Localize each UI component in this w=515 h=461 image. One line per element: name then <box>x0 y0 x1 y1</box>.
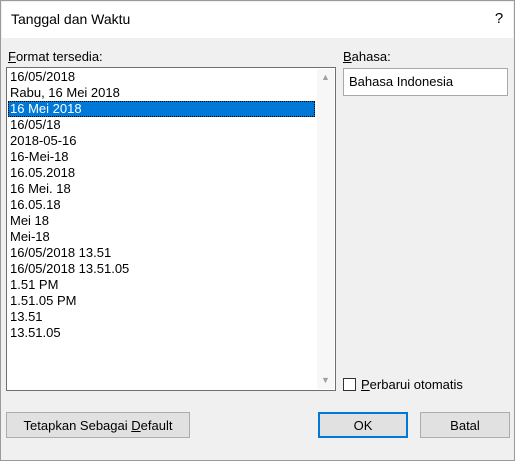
title-bar: Tanggal dan Waktu ? <box>2 2 513 38</box>
format-list-item[interactable]: 16/05/2018 13.51.05 <box>8 261 315 277</box>
auto-update-label-accel: P <box>361 376 370 392</box>
available-formats-label: Format tersedia: <box>8 49 103 64</box>
set-default-label-pre: Tetapkan Sebagai <box>23 418 132 433</box>
format-list-item[interactable]: 1.51.05 PM <box>8 293 315 309</box>
cancel-button[interactable]: Batal <box>420 412 510 438</box>
format-list-item[interactable]: 13.51 <box>8 309 315 325</box>
format-list-item[interactable]: 16/05/2018 <box>8 69 315 85</box>
date-time-dialog: Tanggal dan Waktu ? Format tersedia: Bah… <box>0 0 515 461</box>
available-formats-label-accel: F <box>8 49 16 64</box>
format-list-item[interactable]: 2018-05-16 <box>8 133 315 149</box>
format-list-item[interactable]: 16 Mei. 18 <box>8 181 315 197</box>
scroll-up-icon[interactable]: ▲ <box>317 69 334 86</box>
format-list-item[interactable]: 1.51 PM <box>8 277 315 293</box>
format-list-item[interactable]: Rabu, 16 Mei 2018 <box>8 85 315 101</box>
language-label: Bahasa: <box>343 49 391 64</box>
auto-update-row[interactable]: Perbarui otomatis <box>343 375 463 393</box>
set-default-label-post: efault <box>140 418 173 433</box>
ok-button[interactable]: OK <box>318 412 408 438</box>
help-button[interactable]: ? <box>491 9 507 29</box>
language-label-accel: B <box>343 49 352 64</box>
format-list-item[interactable]: 16/05/2018 13.51 <box>8 245 315 261</box>
scroll-down-icon[interactable]: ▼ <box>317 372 334 389</box>
format-list-item[interactable]: 16.05.18 <box>8 197 315 213</box>
format-list-item[interactable]: Mei-18 <box>8 229 315 245</box>
format-list-item[interactable]: Mei 18 <box>8 213 315 229</box>
format-list-item[interactable]: 16 Mei 2018 <box>8 101 315 117</box>
auto-update-checkbox[interactable] <box>343 377 356 391</box>
format-list-item[interactable]: 16/05/18 <box>8 117 315 133</box>
format-list-item[interactable]: 13.51.05 <box>8 325 315 341</box>
auto-update-label-rest: erbarui otomatis <box>369 376 463 392</box>
set-default-label-accel: D <box>131 418 141 433</box>
language-list-area <box>343 96 508 358</box>
formats-list: 16/05/2018 Rabu, 16 Mei 2018 16 Mei 2018 16… <box>8 69 315 389</box>
format-list-item[interactable]: 16.05.2018 <box>8 165 315 181</box>
formats-scrollbar[interactable]: ▲ ▼ <box>317 69 334 389</box>
set-as-default-button[interactable]: Tetapkan Sebagai Default <box>6 412 190 438</box>
formats-listbox[interactable]: 16/05/2018 Rabu, 16 Mei 2018 16 Mei 2018 16… <box>6 67 336 391</box>
available-formats-label-rest: ormat tersedia: <box>15 49 103 64</box>
language-label-rest: ahasa: <box>351 49 391 64</box>
dialog-title: Tanggal dan Waktu <box>11 11 131 27</box>
format-list-item[interactable]: 16-Mei-18 <box>8 149 315 165</box>
auto-update-label[interactable]: Perbarui otomatis <box>361 377 463 392</box>
language-select[interactable]: Bahasa Indonesia <box>343 68 508 96</box>
